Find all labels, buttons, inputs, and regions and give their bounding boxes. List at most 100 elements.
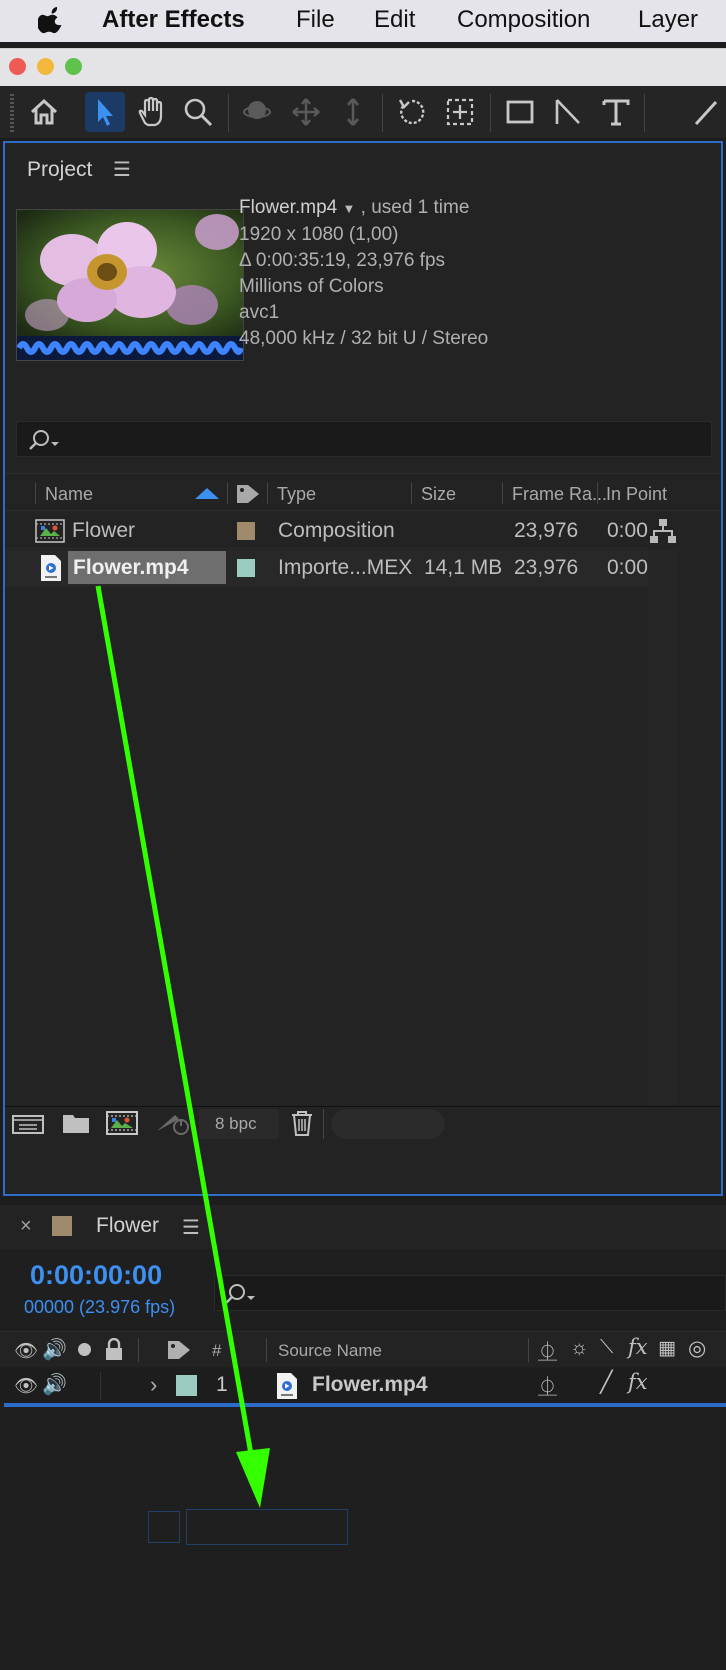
hand-tool-icon[interactable] <box>131 92 171 132</box>
project-bpc-button[interactable]: 8 bpc <box>199 1109 279 1139</box>
layer-shy-switch-icon[interactable]: ⏂ <box>538 1372 557 1399</box>
row-label-swatch[interactable] <box>237 522 255 540</box>
sort-ascending-icon[interactable] <box>195 488 219 499</box>
asset-info: Flower.mp4 ▼ , used 1 time 1920 x 1080 (… <box>239 195 488 352</box>
composition-icon <box>35 519 65 543</box>
layer-source-name[interactable]: Flower.mp4 <box>312 1373 428 1397</box>
row-type: Importe...MEX <box>278 556 413 579</box>
label-tag-icon[interactable] <box>235 482 261 506</box>
search-icon <box>29 430 59 450</box>
label-tag-icon[interactable] <box>166 1338 192 1362</box>
audio-icon[interactable]: 🔊 <box>42 1372 67 1397</box>
menu-layer[interactable]: Layer <box>638 6 698 34</box>
row-in-point: 0:00 <box>607 556 648 579</box>
flowchart-icon[interactable] <box>649 517 677 545</box>
row-name[interactable]: Flower.mp4 <box>73 556 189 580</box>
column-type[interactable]: Type <box>277 484 316 505</box>
layer-quality-switch-icon[interactable]: ╱ <box>600 1370 613 1395</box>
speaker-icon[interactable]: 🔊 <box>42 1337 67 1362</box>
video-file-icon <box>41 555 61 581</box>
shy-icon[interactable]: ⏂ <box>538 1337 557 1364</box>
comp-label-swatch[interactable] <box>52 1216 72 1236</box>
apple-icon[interactable] <box>37 4 66 41</box>
quality-icon[interactable]: ⟍ <box>600 1337 613 1359</box>
chevron-down-icon[interactable]: ▼ <box>342 201 355 216</box>
close-window-button[interactable] <box>9 58 26 75</box>
timeline-columns-header: 👁 🔊 # Source Name ⏂ ☼ ⟍ fx ▦ ◎ <box>0 1331 726 1367</box>
panel-menu-icon[interactable]: ☰ <box>113 157 131 182</box>
project-row-footage[interactable]: Flower.mp4 Importe...MEX 14,1 MB 23,976 … <box>5 550 648 586</box>
orbit-camera-tool-icon[interactable] <box>238 92 278 132</box>
expand-layer-chevron-icon[interactable]: › <box>150 1372 157 1398</box>
timeline-search-input[interactable] <box>214 1275 726 1311</box>
new-folder-icon[interactable] <box>61 1111 91 1135</box>
current-time-display[interactable]: 0:00:00:00 <box>30 1260 162 1291</box>
timeline-tab-title[interactable]: Flower <box>96 1214 159 1238</box>
column-layer-number: # <box>212 1341 222 1360</box>
rectangle-tool-icon[interactable] <box>500 92 540 132</box>
menu-app-name[interactable]: After Effects <box>102 6 245 34</box>
video-visibility-icon[interactable]: 👁 <box>14 1374 38 1398</box>
dolly-camera-tool-icon[interactable] <box>333 92 373 132</box>
new-composition-icon[interactable] <box>105 1109 139 1137</box>
layer-number: 1 <box>216 1373 228 1396</box>
column-source-name[interactable]: Source Name <box>278 1341 382 1361</box>
thumbnail-transparency-slider[interactable] <box>331 1109 445 1139</box>
drag-ghost-label <box>148 1511 180 1543</box>
layer-label-swatch[interactable] <box>176 1375 197 1396</box>
minimize-window-button[interactable] <box>37 58 54 75</box>
interpret-footage-icon[interactable] <box>11 1111 47 1137</box>
lock-icon[interactable] <box>104 1338 124 1362</box>
project-search-input[interactable] <box>16 421 712 457</box>
zoom-window-button[interactable] <box>65 58 82 75</box>
selection-tool-icon[interactable] <box>85 92 125 132</box>
asset-audio: 48,000 kHz / 32 bit U / Stereo <box>239 328 489 349</box>
asset-used-count: , used 1 time <box>360 197 470 218</box>
menu-composition[interactable]: Composition <box>457 6 590 34</box>
tools-toolbar <box>0 86 726 138</box>
project-row-composition[interactable]: Flower Composition 23,976 0:00 <box>5 513 648 549</box>
pan-behind-tool-icon[interactable] <box>440 92 480 132</box>
render-queue-icon[interactable] <box>153 1109 193 1137</box>
flower-thumbnail-image <box>16 210 244 360</box>
trash-icon[interactable] <box>289 1109 315 1137</box>
row-label-swatch[interactable] <box>237 559 255 577</box>
asset-thumbnail <box>16 209 244 361</box>
solo-icon[interactable] <box>78 1343 91 1356</box>
panel-menu-icon[interactable]: ☰ <box>182 1215 200 1240</box>
frame-count-display: 00000 (23.976 fps) <box>24 1297 176 1317</box>
column-in-point[interactable]: In Point <box>606 484 667 505</box>
pan-camera-tool-icon[interactable] <box>286 92 326 132</box>
effects-icon[interactable]: fx <box>628 1335 648 1359</box>
project-scrollbar[interactable] <box>648 550 678 1105</box>
home-icon[interactable] <box>24 92 64 132</box>
row-frame-rate: 23,976 <box>514 519 579 542</box>
brush-tool-icon[interactable] <box>686 92 726 132</box>
collapse-transformations-icon[interactable]: ☼ <box>570 1337 588 1360</box>
type-tool-icon[interactable] <box>596 92 636 132</box>
rotation-tool-icon[interactable] <box>392 92 432 132</box>
pen-tool-icon[interactable] <box>548 92 588 132</box>
motion-blur-icon[interactable]: ◎ <box>688 1336 706 1361</box>
layer-row[interactable]: 👁 🔊 › 1 Flower.mp4 ⏂ ╱ fx <box>0 1369 726 1403</box>
column-frame-rate[interactable]: Frame Ra... <box>512 484 607 505</box>
row-frame-rate: 23,976 <box>514 556 579 579</box>
project-panel-title[interactable]: Project <box>27 158 92 182</box>
search-icon <box>225 1284 255 1304</box>
window-title-bar <box>0 48 726 86</box>
layer-drop-indicator <box>4 1403 726 1407</box>
toolbar-grip[interactable] <box>10 94 14 132</box>
layer-effects-switch-icon[interactable]: fx <box>628 1370 648 1394</box>
frame-blending-icon[interactable]: ▦ <box>658 1337 676 1360</box>
zoom-tool-icon[interactable] <box>178 92 218 132</box>
menu-file[interactable]: File <box>296 6 335 34</box>
row-in-point: 0:00 <box>607 519 648 542</box>
eye-icon[interactable]: 👁 <box>14 1339 38 1363</box>
row-name: Flower <box>72 519 136 542</box>
menu-edit[interactable]: Edit <box>374 6 415 34</box>
close-tab-icon[interactable]: × <box>20 1215 32 1238</box>
column-name[interactable]: Name <box>45 484 93 505</box>
column-size[interactable]: Size <box>421 484 456 505</box>
asset-codec: avc1 <box>239 302 280 323</box>
project-panel: Project ☰ Flower.mp4 ▼ , used 1 time 192… <box>3 141 723 1196</box>
